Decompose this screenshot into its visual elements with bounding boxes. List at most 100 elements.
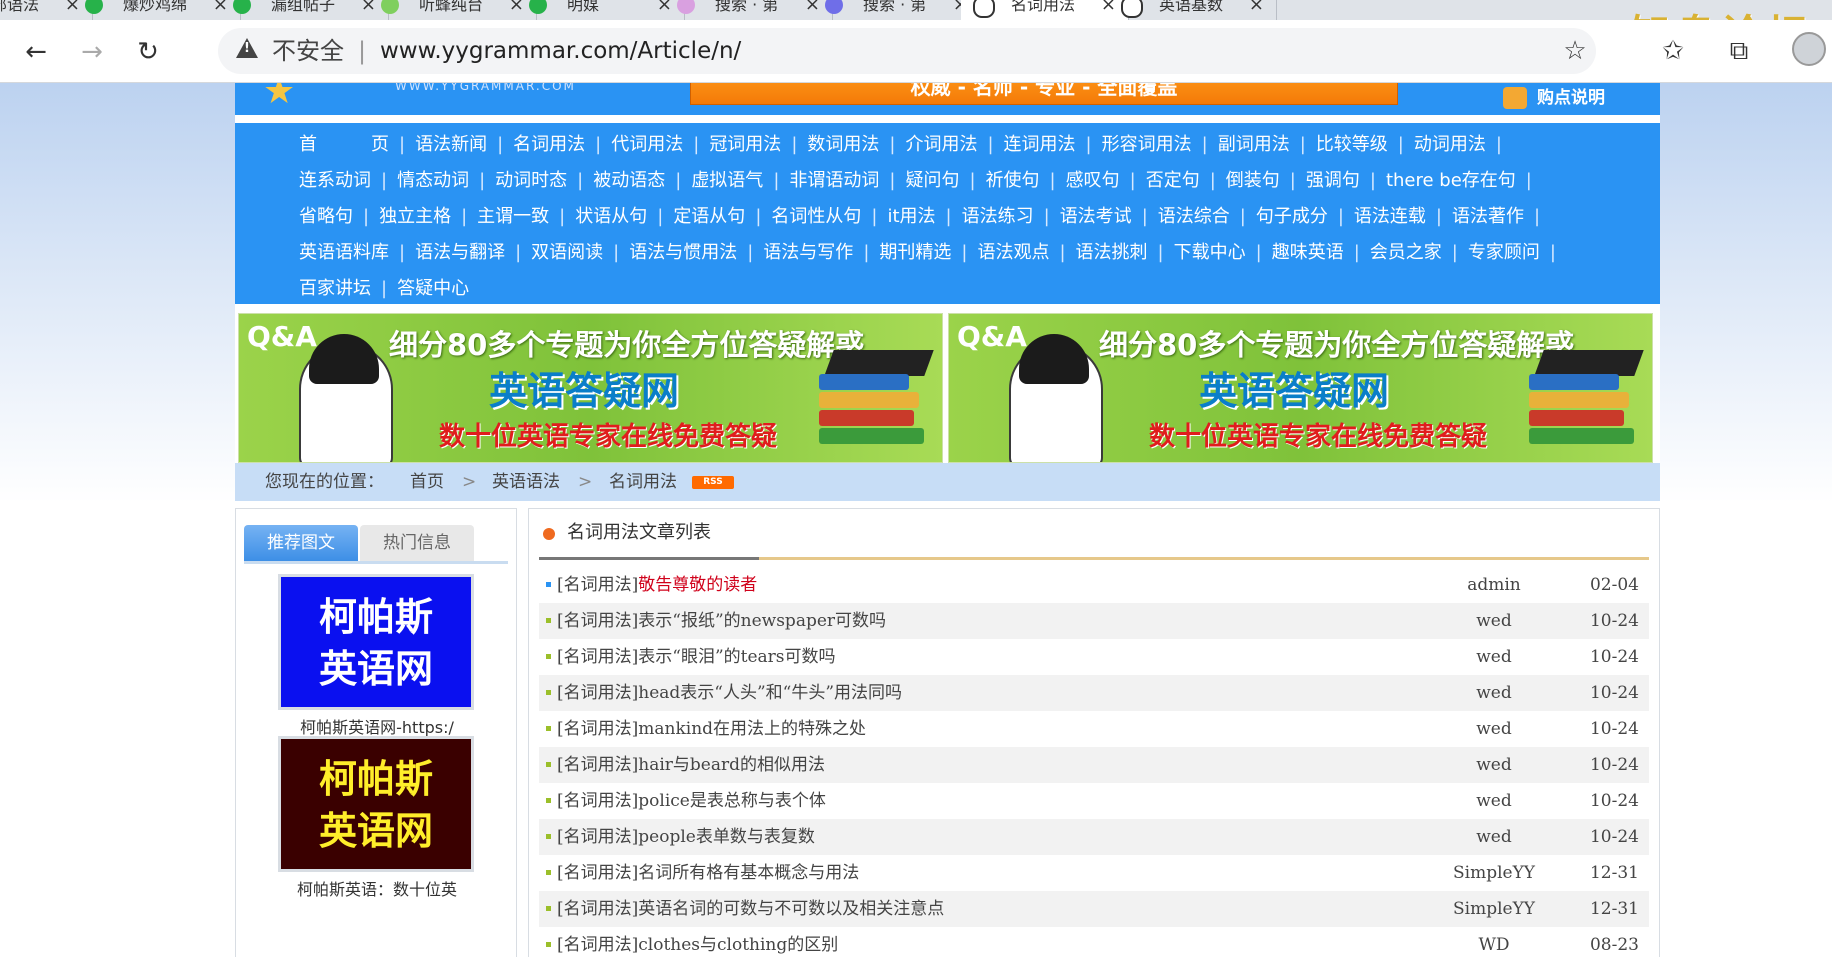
article-title-link[interactable]: [名词用法]mankind在用法上的特殊之处 bbox=[557, 711, 866, 747]
article-title-link[interactable]: [名词用法]名词所有格有基本概念与用法 bbox=[557, 855, 859, 891]
nav-link[interactable]: 副词用法 bbox=[1218, 134, 1290, 155]
article-title[interactable]: 表示“报纸”的newspaper可数吗 bbox=[638, 611, 886, 631]
article-title[interactable]: mankind在用法上的特殊之处 bbox=[638, 719, 866, 739]
article-title-link[interactable]: [名词用法]clothes与clothing的区别 bbox=[557, 927, 838, 957]
nav-link[interactable]: 情态动词 bbox=[397, 170, 469, 191]
article-title-link[interactable]: [名词用法]英语名词的可数与不可数以及相关注意点 bbox=[557, 891, 944, 927]
promo-banner[interactable]: 权威 - 名师 - 专业 - 全面覆盖 bbox=[690, 83, 1398, 105]
article-category[interactable]: [名词用法] bbox=[557, 647, 638, 667]
article-title-link[interactable]: [名词用法]表示“报纸”的newspaper可数吗 bbox=[557, 603, 886, 639]
breadcrumb-grammar[interactable]: 英语语法 bbox=[492, 463, 560, 501]
article-title[interactable]: 英语名词的可数与不可数以及相关注意点 bbox=[638, 899, 944, 919]
nav-link[interactable]: 专家顾问 bbox=[1468, 242, 1540, 263]
nav-link[interactable]: 答疑中心 bbox=[397, 278, 469, 299]
nav-link[interactable]: 会员之家 bbox=[1370, 242, 1442, 263]
nav-link[interactable]: 名词性从句 bbox=[771, 206, 861, 227]
article-title[interactable]: hair与beard的相似用法 bbox=[638, 755, 825, 775]
browser-tab[interactable]: 听蜂纯台 × bbox=[369, 0, 537, 20]
nav-link[interactable]: 感叹句 bbox=[1066, 170, 1120, 191]
article-category[interactable]: [名词用法] bbox=[557, 791, 638, 811]
nav-link[interactable]: 语法考试 bbox=[1060, 206, 1132, 227]
nav-link[interactable]: 语法著作 bbox=[1452, 206, 1524, 227]
article-title-link[interactable]: [名词用法]police是表总称与表个体 bbox=[557, 783, 826, 819]
nav-link[interactable]: 动词时态 bbox=[495, 170, 567, 191]
nav-link[interactable]: 英语语料库 bbox=[299, 242, 389, 263]
article-category[interactable]: [名词用法] bbox=[557, 899, 638, 919]
article-title[interactable]: head表示“人头”和“牛头”用法同吗 bbox=[638, 683, 902, 703]
forward-icon[interactable]: → bbox=[72, 32, 112, 72]
browser-tab[interactable]: 搜索 · 第× bbox=[665, 0, 833, 20]
browser-tab[interactable]: 名词用法 × bbox=[961, 0, 1129, 20]
article-title-link[interactable]: [名词用法]head表示“人头”和“牛头”用法同吗 bbox=[557, 675, 902, 711]
back-icon[interactable]: ← bbox=[16, 32, 56, 72]
reload-icon[interactable]: ↻ bbox=[128, 32, 168, 72]
article-category[interactable]: [名词用法] bbox=[557, 575, 638, 595]
rss-icon[interactable]: RSS bbox=[692, 476, 734, 489]
nav-link[interactable]: 疑问句 bbox=[905, 170, 959, 191]
article-title[interactable]: 敬告尊敬的读者 bbox=[638, 575, 757, 595]
nav-link[interactable]: 连系动词 bbox=[299, 170, 371, 191]
nav-link[interactable]: 语法与惯用法 bbox=[629, 242, 737, 263]
article-category[interactable]: [名词用法] bbox=[557, 611, 638, 631]
article-title-link[interactable]: [名词用法]people表单数与表复数 bbox=[557, 819, 815, 855]
nav-link[interactable]: 省略句 bbox=[299, 206, 353, 227]
article-category[interactable]: [名词用法] bbox=[557, 719, 638, 739]
thumbnail-caption[interactable]: 柯帕斯英语：数十位英 bbox=[236, 876, 518, 900]
nav-link[interactable]: 语法练习 bbox=[962, 206, 1034, 227]
article-title-link[interactable]: [名词用法]表示“眼泪”的tears可数吗 bbox=[557, 639, 836, 675]
nav-link[interactable]: 下载中心 bbox=[1174, 242, 1246, 263]
article-title[interactable]: people表单数与表复数 bbox=[638, 827, 815, 847]
buy-instructions-link[interactable]: 购点说明 bbox=[1537, 83, 1605, 113]
nav-link[interactable]: 语法挑刺 bbox=[1076, 242, 1148, 263]
thumbnail-image[interactable]: 柯帕斯 英语网 bbox=[278, 736, 474, 872]
not-secure-label[interactable]: 不安全 bbox=[272, 28, 344, 74]
favorites-icon[interactable]: ✩ bbox=[1656, 34, 1690, 68]
nav-link[interactable]: there be存在句 bbox=[1386, 170, 1516, 191]
profile-avatar-icon[interactable] bbox=[1792, 32, 1826, 66]
article-title-link[interactable]: [名词用法]敬告尊敬的读者 bbox=[557, 567, 757, 603]
nav-link[interactable]: 祈使句 bbox=[986, 170, 1040, 191]
nav-link[interactable]: 双语阅读 bbox=[531, 242, 603, 263]
nav-link[interactable]: 比较等级 bbox=[1316, 134, 1388, 155]
ad-banner-left[interactable]: Q&A 细分80多个专题为你全方位答疑解惑 英语答疑网 数十位英语专家在线免费答… bbox=[238, 313, 943, 463]
nav-link[interactable]: 语法新闻 bbox=[415, 134, 487, 155]
browser-tab[interactable]: 搜索 · 第× bbox=[813, 0, 981, 20]
ad-banner-right[interactable]: Q&A 细分80多个专题为你全方位答疑解惑 英语答疑网 数十位英语专家在线免费答… bbox=[948, 313, 1653, 463]
nav-link[interactable]: 介词用法 bbox=[905, 134, 977, 155]
article-title[interactable]: police是表总称与表个体 bbox=[638, 791, 826, 811]
nav-link[interactable]: 倒装句 bbox=[1226, 170, 1280, 191]
nav-link[interactable]: 名词用法 bbox=[513, 134, 585, 155]
browser-tab[interactable]: 明媒 × bbox=[517, 0, 685, 20]
nav-link[interactable]: 语法连载 bbox=[1354, 206, 1426, 227]
nav-link[interactable]: 数词用法 bbox=[807, 134, 879, 155]
nav-link[interactable]: 语法观点 bbox=[977, 242, 1049, 263]
nav-link[interactable]: 期刊精选 bbox=[879, 242, 951, 263]
article-category[interactable]: [名词用法] bbox=[557, 935, 638, 955]
address-bar[interactable]: 不安全 | www.yygrammar.com/Article/n/ ☆ bbox=[218, 28, 1596, 74]
nav-link[interactable]: 被动语态 bbox=[593, 170, 665, 191]
browser-tab[interactable]: 漏组帖子 × bbox=[221, 0, 389, 20]
article-category[interactable]: [名词用法] bbox=[557, 755, 638, 775]
nav-link[interactable]: 定语从句 bbox=[673, 206, 745, 227]
nav-link[interactable]: 虚拟语气 bbox=[691, 170, 763, 191]
nav-link[interactable]: 连词用法 bbox=[1004, 134, 1076, 155]
article-category[interactable]: [名词用法] bbox=[557, 683, 638, 703]
collections-icon[interactable]: ⧉ bbox=[1722, 34, 1756, 68]
article-category[interactable]: [名词用法] bbox=[557, 863, 638, 883]
add-favorite-icon[interactable]: ☆ bbox=[1558, 34, 1592, 68]
nav-link[interactable]: 形容词用法 bbox=[1102, 134, 1192, 155]
article-category[interactable]: [名词用法] bbox=[557, 827, 638, 847]
nav-link[interactable]: 首 页 bbox=[299, 134, 389, 155]
nav-link[interactable]: 语法综合 bbox=[1158, 206, 1230, 227]
nav-link[interactable]: 动词用法 bbox=[1414, 134, 1486, 155]
article-title-link[interactable]: [名词用法]hair与beard的相似用法 bbox=[557, 747, 825, 783]
browser-tab[interactable]: 爆炒鸡绵 × bbox=[73, 0, 241, 20]
nav-link[interactable]: 语法与翻译 bbox=[415, 242, 505, 263]
article-title[interactable]: 表示“眼泪”的tears可数吗 bbox=[638, 647, 835, 667]
breadcrumb-noun-usage[interactable]: 名词用法 bbox=[609, 463, 677, 501]
tab-recommended[interactable]: 推荐图文 bbox=[244, 525, 358, 561]
nav-link[interactable]: 趣味英语 bbox=[1272, 242, 1344, 263]
nav-link[interactable]: 主谓一致 bbox=[477, 206, 549, 227]
nav-link[interactable]: 冠词用法 bbox=[709, 134, 781, 155]
thumbnail-caption[interactable]: 柯帕斯英语网-https:/ bbox=[236, 714, 518, 738]
